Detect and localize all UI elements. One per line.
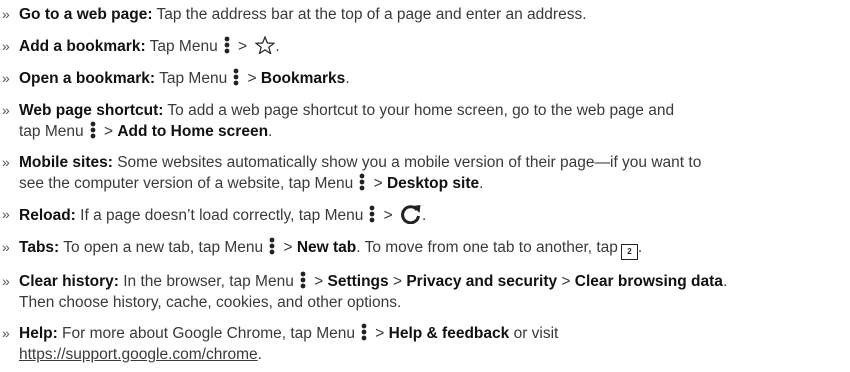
item-heading: Tabs: xyxy=(19,239,60,256)
star-icon xyxy=(255,36,276,54)
list-item: » Clear history: In the browser, tap Men… xyxy=(2,271,728,311)
bullet: » xyxy=(2,102,10,118)
bullet: » xyxy=(2,6,10,22)
bullet: » xyxy=(2,70,10,86)
item-heading: Mobile sites: xyxy=(19,154,113,171)
list-item: » Reload: If a page doesn’t load correct… xyxy=(2,205,427,224)
menu-dots-icon xyxy=(233,68,239,86)
bullet: » xyxy=(2,239,10,255)
list-item: » Go to a web page: Tap the address bar … xyxy=(2,6,587,23)
list-item: » Help: For more about Google Chrome, ta… xyxy=(2,323,559,363)
item-heading: Open a bookmark: xyxy=(19,70,156,87)
help-list: » Go to a web page: Tap the address bar … xyxy=(0,0,850,365)
chrome-support-link[interactable]: https://support.google.com/chrome xyxy=(19,346,258,363)
menu-dots-icon xyxy=(300,271,306,289)
list-item: » Mobile sites: Some websites automatica… xyxy=(2,154,702,192)
tab-switcher-icon: 2 xyxy=(620,244,638,260)
reload-icon xyxy=(401,205,421,224)
item-heading: Reload: xyxy=(19,207,76,224)
bullet: » xyxy=(2,206,10,222)
menu-dots-icon xyxy=(90,121,96,139)
list-item: » Web page shortcut: To add a web page s… xyxy=(2,102,675,140)
list-item: » Add a bookmark: Tap Menu > . xyxy=(2,36,280,55)
bullet: » xyxy=(2,154,10,170)
bullet: » xyxy=(2,38,10,54)
menu-dots-icon xyxy=(224,36,230,54)
item-heading: Web page shortcut: xyxy=(19,102,164,119)
list-item: » Tabs: To open a new tab, tap Menu > Ne… xyxy=(0,237,850,260)
item-heading: Help: xyxy=(19,325,58,342)
menu-dots-icon xyxy=(369,205,375,223)
menu-dots-icon xyxy=(359,173,365,191)
menu-dots-icon xyxy=(361,323,367,341)
menu-dots-icon xyxy=(269,237,275,255)
item-heading: Go to a web page: xyxy=(19,6,153,23)
item-heading: Add a bookmark: xyxy=(19,38,146,55)
bullet: » xyxy=(2,273,10,289)
list-item: » Open a bookmark: Tap Menu > Bookmarks. xyxy=(2,68,350,87)
item-heading: Clear history: xyxy=(19,273,119,290)
bullet: » xyxy=(2,325,10,341)
